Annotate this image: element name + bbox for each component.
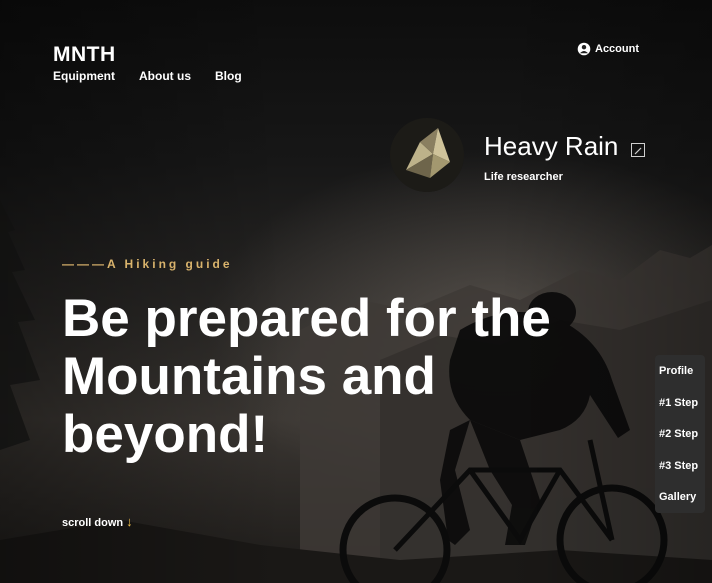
nav-link-blog[interactable]: Blog xyxy=(215,69,242,83)
edit-profile-button[interactable] xyxy=(631,143,645,157)
nav-link-about-us[interactable]: About us xyxy=(139,69,191,83)
arrow-down-icon: ↓ xyxy=(126,514,133,529)
step-nav-step-1[interactable]: #1 Step xyxy=(655,395,705,427)
step-nav-panel: Profile #1 Step #2 Step #3 Step Gallery xyxy=(655,355,705,513)
hero-headline: Be prepared for the Mountains and beyond… xyxy=(62,289,551,464)
nav-link-equipment[interactable]: Equipment xyxy=(53,69,115,83)
pencil-icon xyxy=(634,147,642,155)
account-button[interactable]: Account xyxy=(577,42,639,56)
site-logo[interactable]: MNTH xyxy=(53,43,116,67)
scroll-down-label: scroll down xyxy=(62,517,124,529)
step-nav-gallery[interactable]: Gallery xyxy=(655,489,705,521)
user-icon xyxy=(577,42,591,56)
main-nav: Equipment About us Blog xyxy=(53,69,242,83)
step-nav-profile[interactable]: Profile xyxy=(655,363,705,395)
account-label: Account xyxy=(595,43,639,55)
step-nav-step-3[interactable]: #3 Step xyxy=(655,458,705,490)
profile-role: Life researcher xyxy=(484,171,563,183)
profile-name: Heavy Rain xyxy=(484,131,619,161)
avatar[interactable] xyxy=(390,118,464,192)
hero-eyebrow: ———A Hiking guide xyxy=(62,257,233,271)
scroll-down-link[interactable]: scroll down ↓ xyxy=(62,514,133,529)
step-nav-step-2[interactable]: #2 Step xyxy=(655,426,705,458)
